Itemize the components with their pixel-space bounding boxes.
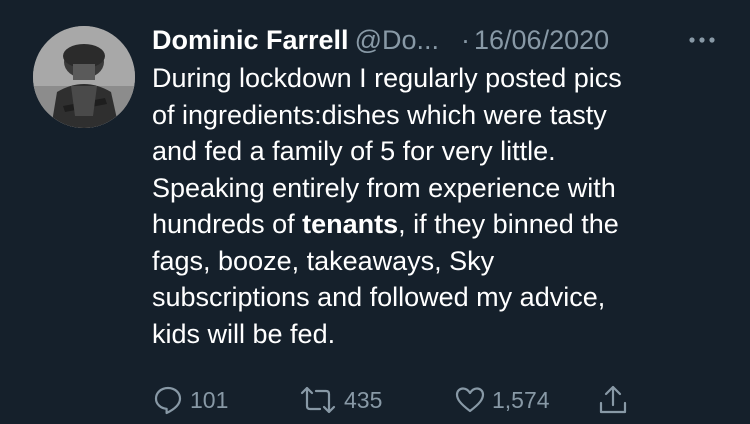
tweet-text-line: fags, booze, takeaways, Sky (152, 245, 495, 276)
retweet-button[interactable]: 435 (298, 380, 382, 420)
reply-button[interactable]: 101 (152, 380, 228, 420)
more-options-button[interactable] (684, 22, 720, 58)
like-button[interactable]: 1,574 (454, 380, 550, 420)
avatar-photo (33, 26, 135, 128)
tweet-text-line: subscriptions and followed my advice, (152, 282, 606, 312)
retweet-icon (300, 386, 336, 414)
highlighted-word: tenants (302, 209, 399, 239)
more-horizontal-icon (689, 37, 715, 43)
tweet-text-line: Speaking entirely from experience with (152, 172, 616, 203)
tweet-actions: 101 435 1,574 (152, 380, 652, 420)
tweet-header: Dominic Farrell @Do... · 16/06/2020 (152, 22, 722, 58)
tweet-text-line: kids will be fed. (152, 318, 336, 349)
avatar[interactable] (33, 26, 135, 128)
tweet-text-line: and fed a family of 5 for very little. (152, 136, 556, 166)
author-handle[interactable]: @Do... (355, 25, 439, 55)
tweet-text: During lockdown I regularly posted pics … (152, 60, 732, 352)
tweet-date[interactable]: 16/06/2020 (474, 25, 609, 55)
reply-icon (154, 386, 182, 415)
tweet-text-line: of ingredients:dishes which were tasty (152, 99, 607, 130)
separator-dot: · (461, 25, 470, 55)
reply-count: 101 (190, 386, 229, 413)
tweet[interactable]: Dominic Farrell @Do... · 16/06/2020 During … (0, 0, 750, 424)
text-segment: hundreds of (152, 209, 303, 239)
share-icon (599, 385, 627, 414)
text-segment: , if they binned the (398, 209, 619, 239)
share-button[interactable] (596, 380, 630, 420)
tweet-text-line: hundreds of tenants, if they binned the (152, 206, 732, 243)
tweet-text-line: During lockdown I regularly posted pics (152, 63, 622, 93)
author-display-name[interactable]: Dominic Farrell (152, 25, 349, 55)
heart-icon (455, 387, 485, 413)
retweet-count: 435 (344, 386, 383, 413)
like-count: 1,574 (492, 386, 550, 413)
